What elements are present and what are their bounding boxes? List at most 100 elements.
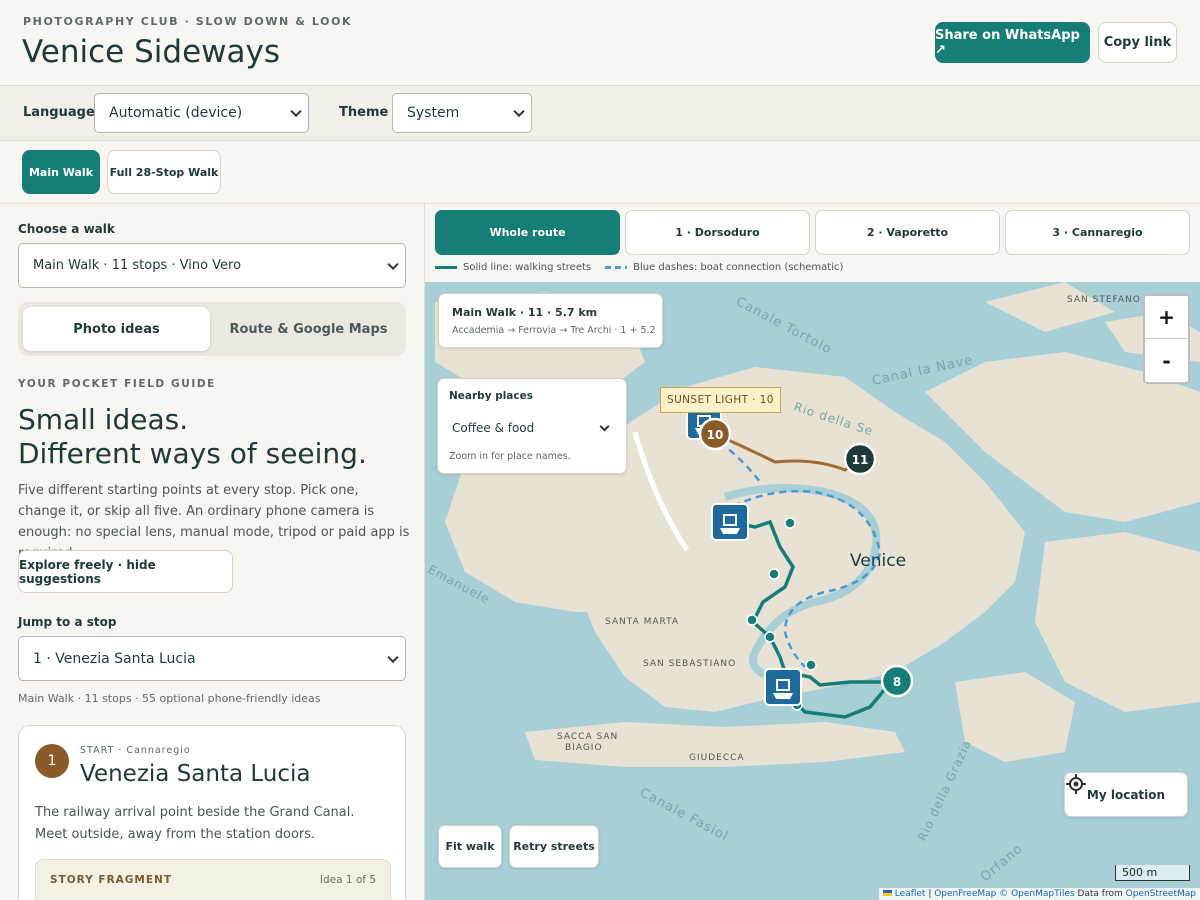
- choose-walk-value: Main Walk · 11 stops · Vino Vero: [33, 258, 242, 273]
- photo-ideas-tab[interactable]: Photo ideas: [23, 307, 210, 351]
- share-whatsapp-button[interactable]: Share on WhatsApp ↗: [935, 22, 1090, 63]
- stop-dot[interactable]: [784, 517, 796, 529]
- idea-counter: Idea 1 of 5: [319, 874, 376, 886]
- route-info-card: Main Walk · 11 · 5.7 km Accademia → Ferr…: [438, 293, 663, 348]
- map-panel: Whole route 1 · Dorsoduro 2 · Vaporetto …: [425, 204, 1200, 900]
- fit-walk-button[interactable]: Fit walk: [438, 825, 502, 868]
- walk-meta: Main Walk · 11 stops · 55 optional phone…: [18, 692, 321, 705]
- ferry-stop-icon[interactable]: [711, 503, 749, 541]
- stop-dot[interactable]: [764, 631, 776, 643]
- route-maps-tab[interactable]: Route & Google Maps: [216, 307, 401, 351]
- stop-marker-label: 11: [852, 453, 869, 467]
- main-walk-button[interactable]: Main Walk: [22, 150, 100, 194]
- chevron-down-icon[interactable]: [599, 421, 610, 432]
- san-giorgio-island: [955, 672, 1075, 762]
- solid-line-swatch: [435, 266, 457, 269]
- openmaptiles-link[interactable]: © OpenMapTiles: [999, 889, 1074, 899]
- left-panel: Choose a walk Main Walk · 11 stops · Vin…: [0, 204, 425, 900]
- guide-eyebrow: YOUR POCKET FIELD GUIDE: [18, 378, 216, 390]
- theme-select-value: System: [407, 105, 460, 121]
- stop-dot[interactable]: [746, 614, 758, 626]
- language-select-value: Automatic (device): [109, 105, 243, 121]
- stop-marker-11[interactable]: 11: [843, 442, 877, 476]
- settings-bar: Language Automatic (device) Theme System: [0, 86, 1200, 141]
- nearby-hint: Zoom in for place names.: [449, 451, 571, 462]
- chevron-down-icon: [290, 105, 302, 118]
- chevron-down-icon: [387, 651, 399, 663]
- club-eyebrow: PHOTOGRAPHY CLUB · SLOW DOWN & LOOK: [23, 15, 353, 28]
- jump-stop-value: 1 · Venezia Santa Lucia: [33, 650, 196, 667]
- nearby-select-value[interactable]: Coffee & food: [452, 421, 534, 435]
- stop-number-badge: 1: [35, 744, 69, 778]
- copy-link-button[interactable]: Copy link: [1098, 22, 1177, 63]
- language-label: Language: [23, 105, 95, 120]
- map-label-sacca-san: SACCA SAN: [557, 732, 618, 742]
- map-canvas[interactable]: 10 11 8 Venice SANTA MARTA SAN SEBASTIAN…: [425, 282, 1200, 900]
- zoom-out-button[interactable]: -: [1145, 339, 1188, 382]
- my-location-button[interactable]: My location: [1064, 772, 1188, 817]
- tab-cannaregio[interactable]: 3 · Cannaregio: [1005, 210, 1190, 255]
- nearby-label: Nearby places: [449, 390, 533, 402]
- stop-marker-label: 10: [707, 428, 724, 442]
- view-segmented-control: Photo ideas Route & Google Maps: [18, 302, 406, 356]
- map-label-giudecca: GIUDECCA: [689, 753, 745, 763]
- nearby-places-card: Nearby places Coffee & food Zoom in for …: [437, 378, 627, 474]
- attrib-data-from: Data from: [1074, 889, 1126, 899]
- chevron-down-icon: [513, 105, 525, 118]
- legend-dashed: Blue dashes: boat connection (schematic): [633, 262, 844, 273]
- leaflet-link[interactable]: Leaflet: [895, 889, 926, 899]
- app-header: PHOTOGRAPHY CLUB · SLOW DOWN & LOOK Veni…: [0, 0, 1200, 86]
- ferry-stop-icon[interactable]: [764, 668, 802, 706]
- guide-title-line-1: Small ideas.: [18, 403, 189, 436]
- map-scale: 500 m: [1115, 865, 1190, 881]
- openfreemap-link[interactable]: OpenFreeMap: [934, 889, 996, 899]
- full-walk-button[interactable]: Full 28-Stop Walk: [107, 150, 221, 194]
- guide-title: Small ideas. Different ways of seeing.: [18, 403, 418, 471]
- my-location-label: My location: [1086, 787, 1166, 802]
- stop-description: The railway arrival point beside the Gra…: [35, 805, 355, 842]
- stop-marker-10[interactable]: 10: [698, 417, 732, 451]
- openstreetmap-link[interactable]: OpenStreetMap: [1126, 889, 1196, 899]
- zoom-control: + -: [1143, 294, 1190, 384]
- stop-dot[interactable]: [768, 568, 780, 580]
- stop-title: Venezia Santa Lucia: [80, 761, 311, 787]
- theme-select[interactable]: System: [392, 93, 532, 133]
- zoom-in-button[interactable]: +: [1145, 296, 1188, 339]
- map-label-orfano: Orfano: [978, 841, 1026, 885]
- choose-walk-label: Choose a walk: [18, 222, 115, 236]
- walk-toggle-bar: Main Walk Full 28-Stop Walk: [0, 141, 1200, 204]
- story-fragment: STORY FRAGMENT Idea 1 of 5: [35, 859, 391, 900]
- route-info-title: Main Walk · 11 · 5.7 km: [452, 306, 598, 319]
- jump-stop-label: Jump to a stop: [18, 615, 117, 629]
- language-select[interactable]: Automatic (device): [94, 93, 309, 133]
- map-label-biagio: BIAGIO: [565, 743, 603, 753]
- murano-fragment: [985, 282, 1115, 332]
- tab-vaporetto[interactable]: 2 · Vaporetto: [815, 210, 1000, 255]
- map-label-san-stefano: SAN STEFANO: [1067, 295, 1141, 305]
- map-label-rio-della-grazia: Rio della Grazia: [915, 737, 974, 843]
- choose-walk-select[interactable]: Main Walk · 11 stops · Vino Vero: [18, 243, 406, 288]
- map-label-santa-marta: SANTA MARTA: [605, 617, 679, 627]
- map-legend: Solid line: walking streets Blue dashes:…: [435, 262, 843, 273]
- stop-marker-8[interactable]: 8: [880, 664, 914, 698]
- jump-stop-select[interactable]: 1 · Venezia Santa Lucia: [18, 636, 406, 681]
- crosshair-icon: [1066, 774, 1086, 794]
- guide-title-line-2: Different ways of seeing.: [18, 437, 367, 470]
- map-label-venice: Venice: [850, 551, 906, 571]
- tab-whole-route[interactable]: Whole route: [435, 210, 620, 255]
- explore-freely-button[interactable]: Explore freely · hide suggestions: [18, 550, 233, 593]
- stop-card: 1 START · Cannaregio Venezia Santa Lucia…: [18, 725, 406, 900]
- ukraine-flag-icon: [882, 890, 892, 896]
- retry-streets-button[interactable]: Retry streets: [509, 825, 599, 868]
- sunset-light-tooltip: SUNSET LIGHT · 10: [660, 387, 781, 413]
- stop-marker-label: 8: [893, 675, 901, 689]
- story-label: STORY FRAGMENT: [50, 874, 172, 886]
- map-label-canale-fasiol: Canale Fasiol: [637, 785, 731, 844]
- map-label-san-sebastiano: SAN SEBASTIANO: [643, 659, 736, 669]
- map-label-canale-tortolo: Canale Tortolo: [733, 294, 834, 357]
- stop-dot[interactable]: [805, 659, 817, 671]
- map-attribution: Leaflet | OpenFreeMap © OpenMapTiles Dat…: [878, 888, 1200, 900]
- page-title: Venice Sideways: [22, 34, 280, 70]
- east-island: [1035, 532, 1200, 712]
- tab-dorsoduro[interactable]: 1 · Dorsoduro: [625, 210, 810, 255]
